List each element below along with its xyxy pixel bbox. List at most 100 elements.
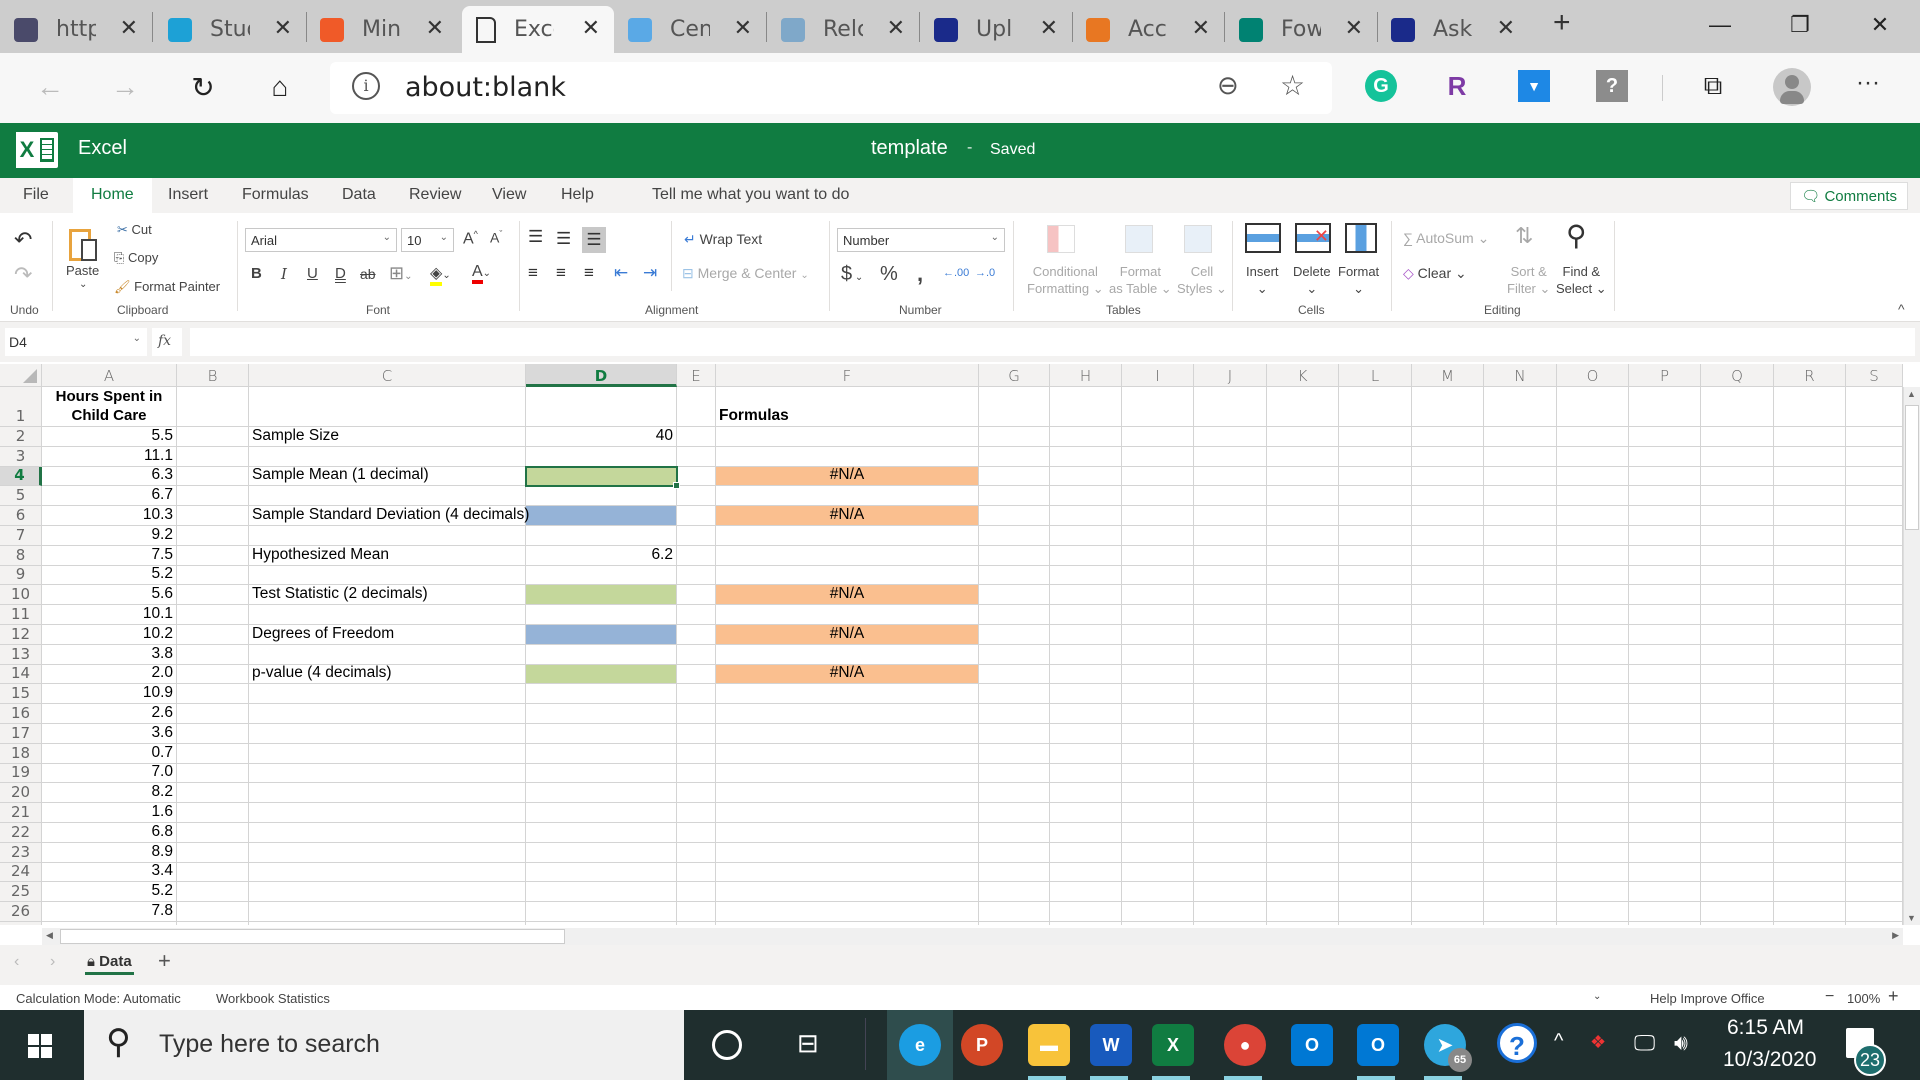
cell[interactable]: [249, 842, 526, 863]
cell[interactable]: [716, 644, 979, 665]
cell[interactable]: [1846, 644, 1903, 665]
cell[interactable]: [1267, 545, 1339, 566]
cell[interactable]: [1846, 625, 1903, 645]
prev-sheet-button[interactable]: ‹: [14, 953, 19, 971]
cell[interactable]: [1484, 862, 1557, 883]
row-header[interactable]: 21: [0, 803, 42, 823]
align-top-button[interactable]: ☰: [528, 227, 543, 247]
cell[interactable]: [1629, 446, 1701, 467]
tell-me-search[interactable]: Tell me what you want to do: [652, 186, 849, 204]
cell[interactable]: [1701, 684, 1774, 705]
cell[interactable]: [1629, 684, 1701, 705]
column-header-n[interactable]: N: [1484, 364, 1557, 387]
cell[interactable]: [1267, 862, 1339, 883]
cell[interactable]: [677, 605, 716, 625]
back-button[interactable]: ←: [30, 67, 70, 107]
cell[interactable]: [1267, 526, 1339, 546]
cell[interactable]: [1267, 565, 1339, 586]
cell[interactable]: [1339, 882, 1412, 903]
cell[interactable]: [979, 823, 1050, 843]
vertical-scrollbar[interactable]: ▲ ▼: [1903, 387, 1920, 925]
format-as-table-button[interactable]: Format as Table ⌄: [1109, 263, 1172, 297]
workbook-statistics-button[interactable]: Workbook Statistics: [216, 991, 330, 1006]
cell[interactable]: [177, 644, 249, 665]
cell[interactable]: [979, 684, 1050, 705]
cell[interactable]: [1412, 506, 1484, 526]
row-header[interactable]: 14: [0, 664, 42, 685]
cell[interactable]: [1339, 704, 1412, 724]
hours-cell[interactable]: 6.8: [42, 823, 177, 843]
hours-cell[interactable]: 8.2: [42, 783, 177, 804]
copy-button[interactable]: ⎘ Copy: [114, 250, 158, 266]
hours-cell[interactable]: 5.5: [42, 427, 177, 447]
cell[interactable]: [1629, 565, 1701, 586]
cell[interactable]: [716, 545, 979, 566]
row-header[interactable]: 6: [0, 506, 42, 526]
cell[interactable]: [1339, 466, 1412, 487]
stat-value[interactable]: 6.2: [526, 546, 677, 566]
cell[interactable]: [1050, 605, 1122, 625]
cell[interactable]: [526, 882, 677, 903]
cell[interactable]: [1557, 704, 1629, 724]
browser-tab[interactable]: Upl ✕: [920, 6, 1072, 53]
stat-value[interactable]: [526, 466, 677, 487]
cell[interactable]: [1484, 743, 1557, 764]
cell[interactable]: [1846, 763, 1903, 784]
cell[interactable]: [1194, 486, 1267, 507]
comments-button[interactable]: 🗨 Comments: [1790, 182, 1908, 210]
cell[interactable]: [1267, 922, 1339, 925]
cell[interactable]: [1701, 506, 1774, 526]
formula-result[interactable]: #N/A: [716, 625, 979, 645]
cell[interactable]: [979, 605, 1050, 625]
row-header[interactable]: 3: [0, 447, 42, 467]
cell[interactable]: [1339, 783, 1412, 804]
cell[interactable]: [1557, 842, 1629, 863]
cell[interactable]: [249, 783, 526, 804]
cell[interactable]: [1629, 862, 1701, 883]
cell[interactable]: [1194, 724, 1267, 744]
cell[interactable]: [677, 526, 716, 546]
cell[interactable]: [249, 724, 526, 744]
cell[interactable]: [1267, 882, 1339, 903]
cell[interactable]: [716, 882, 979, 903]
cell[interactable]: [1122, 486, 1194, 507]
zoom-level[interactable]: 100%: [1847, 991, 1880, 1006]
cell[interactable]: [979, 882, 1050, 903]
hours-cell[interactable]: 7.0: [42, 763, 177, 784]
cell[interactable]: [1484, 526, 1557, 546]
stat-value[interactable]: [526, 585, 677, 606]
cell[interactable]: [249, 763, 526, 784]
cell[interactable]: [1050, 842, 1122, 863]
profile-avatar[interactable]: [1773, 68, 1811, 106]
cell[interactable]: [1846, 506, 1903, 526]
stat-value[interactable]: [526, 506, 677, 526]
hours-cell[interactable]: 5.2: [42, 565, 177, 586]
cell[interactable]: [677, 466, 716, 487]
cell[interactable]: [1194, 882, 1267, 903]
column-header-o[interactable]: O: [1557, 364, 1629, 387]
browser-tab[interactable]: Ask ✕: [1377, 6, 1529, 53]
stat-label[interactable]: Sample Standard Deviation (4 decimals): [249, 506, 529, 526]
cell[interactable]: [677, 783, 716, 804]
cell[interactable]: [249, 526, 526, 546]
cell[interactable]: [177, 763, 249, 784]
browser-tab[interactable]: Relc ✕: [767, 6, 919, 53]
cell[interactable]: [1846, 585, 1903, 606]
next-sheet-button[interactable]: ›: [50, 953, 55, 971]
hours-cell[interactable]: 5.2: [42, 882, 177, 903]
cell[interactable]: [1412, 862, 1484, 883]
scroll-up-icon[interactable]: ▲: [1907, 389, 1916, 399]
cell[interactable]: [1050, 783, 1122, 804]
row-header[interactable]: 7: [0, 526, 42, 546]
task-view-button[interactable]: ⊟: [797, 1028, 819, 1059]
cell[interactable]: [1701, 743, 1774, 764]
cell[interactable]: [1484, 783, 1557, 804]
cell[interactable]: [677, 704, 716, 724]
cell[interactable]: [716, 724, 979, 744]
cell[interactable]: [1122, 545, 1194, 566]
minimize-button[interactable]: —: [1680, 0, 1760, 50]
cell[interactable]: [716, 684, 979, 705]
cell[interactable]: [1557, 605, 1629, 625]
cell[interactable]: [526, 387, 677, 427]
hours-cell[interactable]: 10.1: [42, 605, 177, 625]
